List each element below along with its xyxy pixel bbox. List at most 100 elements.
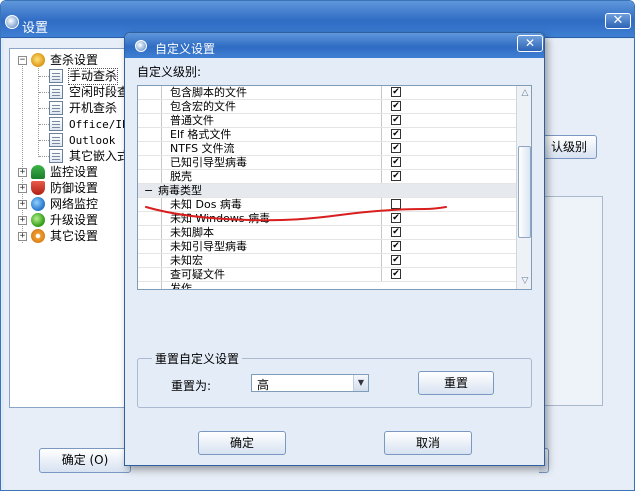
row-checkbox[interactable]: ✔ <box>391 269 401 279</box>
tree-node-label: 空闲时段查 <box>69 85 130 99</box>
row-checkbox[interactable]: ✔ <box>391 115 401 125</box>
row-label: 未知 Windows 病毒 <box>170 212 271 225</box>
list-row[interactable]: 未知脚本 ✔ <box>138 226 516 240</box>
tree-node-outlook[interactable]: Outlook <box>10 133 133 148</box>
row-gutter <box>138 142 162 155</box>
row-label: 未知脚本 <box>170 226 214 239</box>
row-checkbox[interactable]: ✔ <box>391 143 401 153</box>
reset-level-value: 高 <box>257 378 270 392</box>
dialog-ok-button[interactable]: 确定 <box>198 431 286 455</box>
umbrella-icon <box>31 165 45 179</box>
row-checkbox[interactable]: ✔ <box>391 241 401 251</box>
tree-node-label: Office/IE <box>69 118 129 131</box>
scrollbar-thumb[interactable] <box>518 146 531 238</box>
row-gutter <box>138 156 162 169</box>
document-icon <box>49 85 63 99</box>
list-row[interactable]: 普通文件 ✔ <box>138 114 516 128</box>
expand-toggle[interactable]: + <box>18 200 27 209</box>
expand-toggle[interactable]: + <box>18 168 27 177</box>
list-row[interactable]: Elf 格式文件 ✔ <box>138 128 516 142</box>
list-row[interactable]: 包含脚本的文件 ✔ <box>138 86 516 100</box>
row-label: 脱壳 <box>170 170 192 183</box>
dialog-title: 自定义设置 <box>155 42 216 56</box>
tree-node-scan-settings[interactable]: − 查杀设置 <box>10 53 133 68</box>
tree-node-office-ie[interactable]: Office/IE <box>10 117 133 132</box>
list-row[interactable]: 已知引导型病毒 ✔ <box>138 156 516 170</box>
tree-node-idle-scan[interactable]: 空闲时段查 <box>10 85 133 100</box>
list-group-row[interactable]: − 病毒类型 <box>138 184 516 198</box>
tree-node-defense-settings[interactable]: + 防御设置 <box>10 181 133 196</box>
list-row[interactable]: 未知 Windows 病毒 ✔ <box>138 212 516 226</box>
row-checkbox[interactable]: ✔ <box>391 213 401 223</box>
document-icon <box>49 149 63 163</box>
custom-level-list: 包含脚本的文件 ✔ 包含宏的文件 ✔ 普通文件 ✔ Elf 格式文件 ✔ NTFS 文件流 ✔ 已知… <box>137 85 532 290</box>
tree-node-label: 防御设置 <box>50 181 99 195</box>
reset-custom-settings-group: 重置自定义设置 重置为: 高 ▼ 重置 <box>137 350 532 408</box>
row-label: 未知引导型病毒 <box>170 240 247 253</box>
reset-to-label: 重置为: <box>171 379 212 393</box>
list-row[interactable]: 未知宏 ✔ <box>138 254 516 268</box>
magnifier-shield-icon <box>31 53 45 67</box>
row-checkbox[interactable]: ✔ <box>391 255 401 265</box>
tree-node-manual-scan[interactable]: 手动查杀 <box>10 68 133 85</box>
scroll-up-arrow-icon[interactable]: △ <box>517 86 531 100</box>
custom-settings-dialog: 自定义设置 ✕ 自定义级别: 包含脚本的文件 ✔ 包含宏的文件 ✔ 普通文件 ✔ Elf 格… <box>124 32 545 466</box>
row-gutter <box>138 128 162 141</box>
tree-node-other-embedded[interactable]: 其它嵌入式 <box>10 149 133 164</box>
gear-icon <box>31 229 45 243</box>
row-gutter <box>138 254 162 267</box>
row-checkbox[interactable]: ✔ <box>391 157 401 167</box>
list-row[interactable]: 未知 Dos 病毒 <box>138 198 516 212</box>
tree-node-update-settings[interactable]: + 升级设置 <box>10 213 133 228</box>
reset-button[interactable]: 重置 <box>418 371 494 395</box>
expand-toggle[interactable]: + <box>18 216 27 225</box>
custom-level-label: 自定义级别: <box>137 65 202 79</box>
row-checkbox[interactable] <box>391 199 401 209</box>
group-collapse-toggle[interactable]: − <box>144 184 153 198</box>
list-row[interactable]: 脱壳 ✔ <box>138 170 516 184</box>
collapse-toggle[interactable]: − <box>18 56 27 65</box>
settings-ok-button[interactable]: 确定 (O) <box>39 448 131 473</box>
list-row[interactable]: NTFS 文件流 ✔ <box>138 142 516 156</box>
tree-node-network-monitor[interactable]: + 网络监控 <box>10 197 133 212</box>
check-icon <box>31 213 45 227</box>
tree-node-label: 查杀设置 <box>50 53 99 67</box>
tree-node-label: 其它设置 <box>50 229 99 243</box>
reset-level-select[interactable]: 高 ▼ <box>251 374 369 392</box>
list-row[interactable]: 包含宏的文件 ✔ <box>138 100 516 114</box>
expand-toggle[interactable]: + <box>18 184 27 193</box>
row-label: Elf 格式文件 <box>170 128 232 141</box>
row-checkbox[interactable]: ✔ <box>391 129 401 139</box>
row-checkbox[interactable]: ✔ <box>391 87 401 97</box>
list-scrollbar[interactable]: △ ▽ <box>516 86 531 289</box>
row-gutter <box>138 282 162 289</box>
document-icon <box>49 69 63 83</box>
list-row[interactable]: 查可疑文件 ✔ <box>138 268 516 282</box>
tree-node-label: 其它嵌入式 <box>69 149 130 163</box>
document-icon <box>49 117 63 131</box>
scroll-down-arrow-icon[interactable]: ▽ <box>517 274 531 288</box>
list-row[interactable]: 发作 <box>138 282 516 289</box>
default-level-button[interactable]: 认级别 <box>541 135 597 159</box>
row-checkbox[interactable]: ✔ <box>391 171 401 181</box>
expand-toggle[interactable]: + <box>18 232 27 241</box>
dialog-title-bar[interactable]: 自定义设置 ✕ <box>125 33 544 58</box>
tree-node-monitor-settings[interactable]: + 监控设置 <box>10 165 133 180</box>
tree-node-label: 监控设置 <box>50 165 99 179</box>
tree-node-label: Outlook <box>69 134 116 147</box>
row-gutter <box>138 268 162 281</box>
row-label: 病毒类型 <box>158 184 202 197</box>
row-checkbox[interactable]: ✔ <box>391 227 401 237</box>
row-label: 普通文件 <box>170 114 214 127</box>
row-gutter <box>138 86 162 99</box>
dialog-cancel-button[interactable]: 取消 <box>384 431 472 455</box>
list-row[interactable]: 未知引导型病毒 ✔ <box>138 240 516 254</box>
tree-node-other-settings[interactable]: + 其它设置 <box>10 229 133 244</box>
settings-window-title: 设置 <box>22 21 49 36</box>
row-checkbox[interactable]: ✔ <box>391 101 401 111</box>
settings-close-button[interactable]: ✕ <box>605 13 631 29</box>
tree-node-boot-scan[interactable]: 开机查杀 <box>10 101 133 116</box>
row-gutter <box>138 170 162 183</box>
chevron-down-icon[interactable]: ▼ <box>353 375 368 391</box>
dialog-close-button[interactable]: ✕ <box>517 35 543 52</box>
